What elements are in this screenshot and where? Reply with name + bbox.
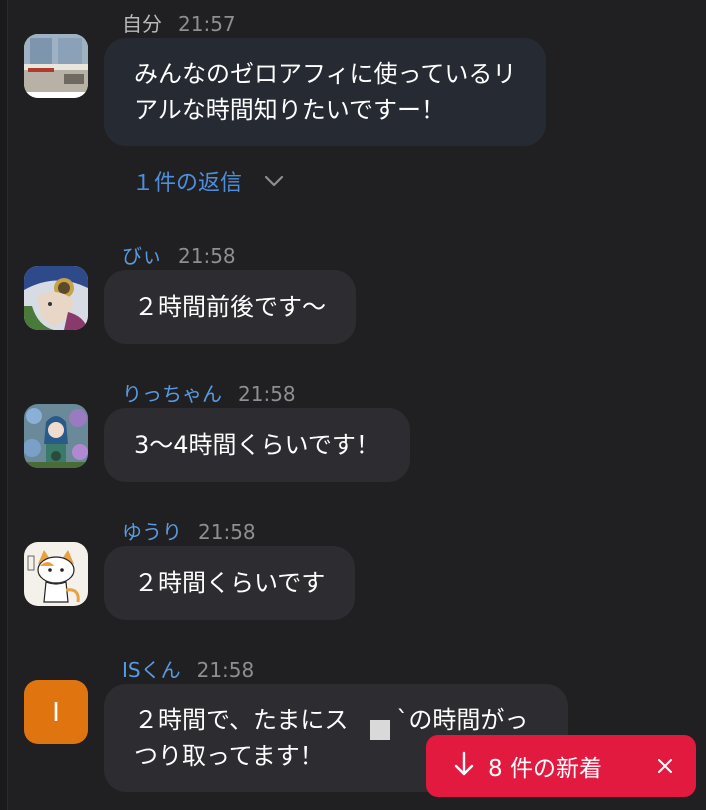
redaction-mark — [370, 720, 390, 740]
message-text-line: アルな時間知りたいですー！ — [134, 96, 446, 124]
new-messages-label: 8 件の新着 — [488, 756, 602, 782]
flower-garden-avatar-icon[interactable] — [24, 404, 88, 468]
message-meta: ISくん 21:58 — [122, 654, 254, 682]
arrow-down-icon — [454, 751, 474, 781]
message-bubble[interactable]: みんなのゼロアフィに使っているリ アルな時間知りたいですー！ — [104, 38, 547, 146]
avatar-initial: I — [52, 696, 60, 727]
message-meta: ゆうり 21:58 — [122, 516, 256, 544]
replies-toggle-link[interactable]: １件の返信 — [132, 165, 284, 197]
message-meta: びぃ 21:58 — [122, 240, 236, 268]
message-time: 21:58 — [198, 520, 256, 544]
new-messages-button[interactable]: 8 件の新着 — [426, 735, 696, 797]
message-time: 21:58 — [196, 658, 255, 682]
anime-character-avatar-icon[interactable] — [24, 266, 88, 330]
message-meta: りっちゃん 21:58 — [122, 378, 296, 406]
user-initial-avatar[interactable]: I — [24, 680, 88, 744]
sender-name[interactable]: ゆうり — [122, 516, 182, 545]
sender-name[interactable]: ISくん — [122, 654, 181, 683]
window-photo-avatar-icon[interactable] — [24, 34, 88, 98]
message-text-line: 3〜4時間くらいです！ — [134, 431, 380, 459]
chat-thread: 自分 21:57 みんなのゼロアフィに使っているリ アルな時間知りたいですー！ … — [0, 0, 706, 810]
message-text-line: ２時間くらいです — [134, 569, 326, 597]
message-time: 21:58 — [238, 382, 296, 406]
sender-name[interactable]: りっちゃん — [122, 378, 222, 407]
message-time: 21:58 — [178, 244, 236, 268]
message-bubble[interactable]: 3〜4時間くらいです！ — [104, 408, 410, 482]
cartoon-cat-avatar-icon[interactable] — [24, 542, 88, 606]
replies-count-label: １件の返信 — [132, 171, 243, 196]
message-text-line: みんなのゼロアフィに使っているリ — [134, 60, 517, 88]
message-bubble[interactable]: ２時間くらいです — [104, 546, 356, 620]
close-icon[interactable] — [654, 755, 676, 777]
message-text-line: ２時間で、たまにス `の時間がっ — [134, 706, 529, 734]
message-bubble[interactable]: ２時間前後です〜 — [104, 270, 356, 344]
message-text-line: ２時間前後です〜 — [134, 293, 326, 321]
left-divider — [0, 0, 8, 810]
sender-name[interactable]: 自分 — [122, 8, 162, 37]
chevron-down-icon — [264, 172, 284, 191]
sender-name[interactable]: びぃ — [122, 240, 162, 269]
message-time: 21:57 — [178, 12, 236, 36]
message-meta: 自分 21:57 — [122, 8, 236, 36]
